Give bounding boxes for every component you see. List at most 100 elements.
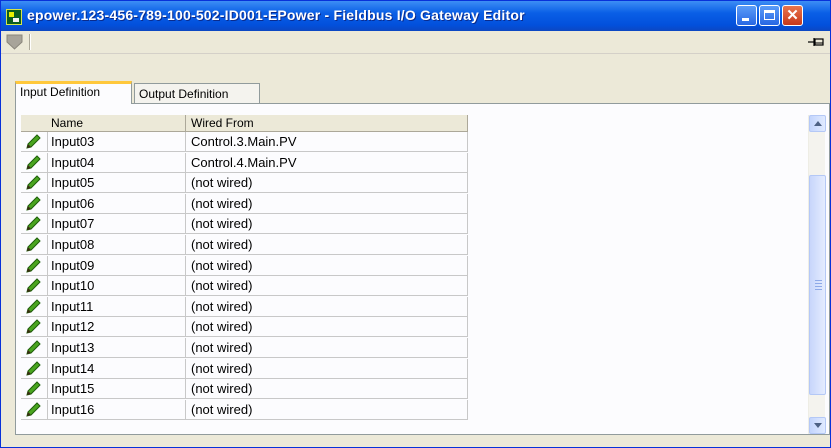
row-edit-cell[interactable] — [21, 400, 47, 420]
scroll-down-button[interactable] — [809, 417, 826, 434]
table-row[interactable]: Input04 Control.4.Main.PV — [21, 152, 468, 174]
row-wired-from-cell[interactable]: Control.3.Main.PV — [186, 132, 468, 152]
table-row[interactable]: Input05 (not wired) — [21, 173, 468, 194]
pencil-icon — [26, 237, 41, 252]
row-name-cell[interactable]: Input09 — [47, 255, 186, 276]
row-name-cell[interactable]: Input03 — [47, 132, 186, 152]
row-edit-cell[interactable] — [21, 173, 47, 194]
pencil-icon — [26, 299, 41, 314]
row-name-cell[interactable]: Input12 — [47, 317, 186, 338]
table-row[interactable]: Input12 (not wired) — [21, 317, 468, 338]
minimize-icon — [742, 18, 749, 21]
table-row[interactable]: Input06 (not wired) — [21, 193, 468, 215]
table-row[interactable]: Input09 (not wired) — [21, 255, 468, 277]
column-header-name[interactable]: Name — [21, 115, 186, 131]
app-icon — [6, 9, 22, 25]
thumb-grip — [815, 280, 822, 281]
pencil-icon — [26, 340, 41, 355]
table-row[interactable]: Input08 (not wired) — [21, 235, 468, 256]
table-row[interactable]: Input11 (not wired) — [21, 296, 468, 318]
table-row[interactable]: Input16 (not wired) — [21, 399, 468, 421]
row-name-cell[interactable]: Input05 — [47, 173, 186, 194]
row-wired-from-cell[interactable]: (not wired) — [186, 379, 468, 400]
grid-header: Name Wired From — [21, 115, 468, 132]
tab-input-definition[interactable]: Input Definition — [15, 81, 132, 104]
row-edit-cell[interactable] — [21, 297, 47, 317]
row-name-cell[interactable]: Input04 — [47, 152, 186, 173]
table-row[interactable]: Input07 (not wired) — [21, 214, 468, 235]
vertical-scrollbar[interactable] — [808, 115, 826, 434]
pencil-icon — [26, 278, 41, 293]
row-name-cell[interactable]: Input07 — [47, 214, 186, 235]
row-wired-from-cell[interactable]: (not wired) — [186, 276, 468, 297]
row-wired-from-cell[interactable]: (not wired) — [186, 338, 468, 358]
row-edit-cell[interactable] — [21, 338, 47, 358]
pin-icon[interactable] — [807, 35, 825, 49]
row-wired-from-cell[interactable]: (not wired) — [186, 214, 468, 235]
row-wired-from-cell[interactable]: (not wired) — [186, 317, 468, 338]
row-name-cell[interactable]: Input06 — [47, 193, 186, 214]
row-wired-from-cell[interactable]: (not wired) — [186, 296, 468, 317]
thumb-grip — [815, 283, 822, 284]
row-edit-cell[interactable] — [21, 132, 47, 152]
row-edit-cell[interactable] — [21, 256, 47, 276]
column-header-wired-from[interactable]: Wired From — [186, 115, 468, 131]
row-edit-cell[interactable] — [21, 194, 47, 214]
chevron-up-icon — [814, 121, 822, 126]
row-name-cell[interactable]: Input14 — [47, 358, 186, 379]
pencil-icon — [26, 134, 41, 149]
window-title: epower.123-456-789-100-502-ID001-EPower … — [27, 7, 525, 23]
shield-icon[interactable] — [5, 34, 25, 50]
row-wired-from-cell[interactable]: (not wired) — [186, 399, 468, 420]
chevron-down-icon — [814, 423, 822, 428]
pencil-icon — [26, 257, 41, 273]
input-definition-grid: Name Wired From Input03 Control.3.Main.PV… — [21, 115, 468, 427]
pencil-icon — [26, 175, 41, 190]
row-name-cell[interactable]: Input08 — [47, 235, 186, 255]
pencil-icon — [26, 216, 41, 232]
table-row[interactable]: Input13 (not wired) — [21, 338, 468, 359]
pencil-icon — [26, 381, 41, 396]
toolbar-separator — [29, 34, 31, 50]
row-name-cell[interactable]: Input15 — [47, 379, 186, 400]
close-icon: ✕ — [786, 7, 799, 24]
row-edit-cell[interactable] — [21, 235, 47, 255]
row-wired-from-cell[interactable]: (not wired) — [186, 255, 468, 276]
row-edit-cell[interactable] — [21, 317, 47, 338]
maximize-icon — [764, 10, 775, 20]
row-name-cell[interactable]: Input11 — [47, 296, 186, 317]
scroll-thumb[interactable] — [809, 175, 826, 395]
row-name-cell[interactable]: Input13 — [47, 338, 186, 358]
pencil-icon — [26, 154, 41, 170]
row-name-cell[interactable]: Input16 — [47, 399, 186, 420]
row-wired-from-cell[interactable]: (not wired) — [186, 193, 468, 214]
thumb-grip — [815, 286, 822, 287]
pencil-icon — [26, 319, 41, 335]
row-edit-cell[interactable] — [21, 359, 47, 379]
pencil-icon — [26, 196, 41, 211]
row-wired-from-cell[interactable]: (not wired) — [186, 235, 468, 255]
toolbar — [1, 31, 830, 54]
row-edit-cell[interactable] — [21, 153, 47, 173]
thumb-grip — [815, 289, 822, 290]
table-row[interactable]: Input10 (not wired) — [21, 276, 468, 297]
table-row[interactable]: Input15 (not wired) — [21, 379, 468, 400]
gateway-editor-window: epower.123-456-789-100-502-ID001-EPower … — [0, 0, 831, 448]
row-edit-cell[interactable] — [21, 276, 47, 297]
row-edit-cell[interactable] — [21, 379, 47, 400]
table-row[interactable]: Input14 (not wired) — [21, 358, 468, 380]
row-edit-cell[interactable] — [21, 214, 47, 235]
pencil-icon — [26, 360, 41, 376]
title-bar[interactable]: epower.123-456-789-100-502-ID001-EPower … — [1, 1, 830, 31]
row-wired-from-cell[interactable]: Control.4.Main.PV — [186, 152, 468, 173]
minimize-button[interactable] — [736, 5, 757, 26]
row-wired-from-cell[interactable]: (not wired) — [186, 358, 468, 379]
maximize-button[interactable] — [759, 5, 780, 26]
pencil-icon — [26, 402, 41, 417]
close-button[interactable]: ✕ — [782, 5, 803, 26]
table-row[interactable]: Input03 Control.3.Main.PV — [21, 132, 468, 153]
scroll-up-button[interactable] — [809, 115, 826, 132]
tab-output-definition[interactable]: Output Definition — [134, 83, 260, 104]
row-wired-from-cell[interactable]: (not wired) — [186, 173, 468, 194]
row-name-cell[interactable]: Input10 — [47, 276, 186, 297]
